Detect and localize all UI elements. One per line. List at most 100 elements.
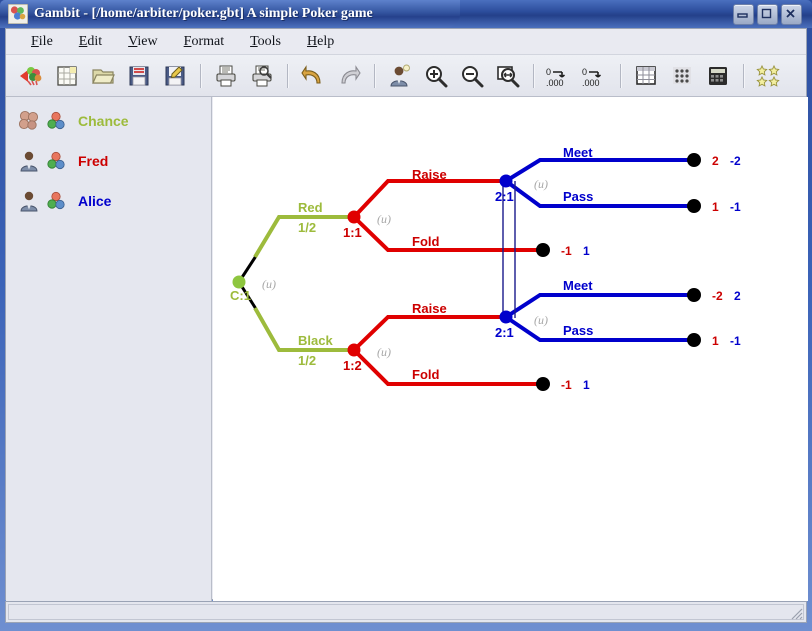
node-alice-1[interactable] <box>500 175 513 188</box>
resize-grip-icon[interactable] <box>789 606 803 620</box>
menu-file[interactable]: File <box>18 32 66 52</box>
branch-label-meet-lower: Meet <box>563 278 593 293</box>
player-color-icon <box>46 191 66 211</box>
node-label-alice-2: 2:1 <box>495 325 514 340</box>
branch-label-fold-lower: Fold <box>412 367 439 382</box>
toolbar-separator <box>374 64 375 88</box>
payoff-fred: -2 <box>712 289 723 303</box>
print-preview-icon[interactable] <box>245 59 279 93</box>
sidebar-item-alice[interactable]: Alice <box>6 181 212 221</box>
minimize-button[interactable] <box>733 4 754 25</box>
node-root-chance[interactable] <box>233 276 246 289</box>
player-icon[interactable] <box>383 59 417 93</box>
toolbar-separator <box>200 64 201 88</box>
player-label-alice: Alice <box>78 193 111 209</box>
branch-label-black: Black <box>298 333 333 348</box>
payoff-fred: -1 <box>561 244 572 258</box>
svg-text:.000: .000 <box>546 78 564 88</box>
table-view-icon[interactable] <box>629 59 663 93</box>
menu-format[interactable]: Format <box>171 32 237 52</box>
new-table-icon[interactable] <box>50 59 84 93</box>
svg-text:0: 0 <box>582 67 587 77</box>
zoom-fit-icon[interactable] <box>491 59 525 93</box>
window-title: Gambit - [/home/arbiter/poker.gbt] A sim… <box>34 3 373 25</box>
player-list-panel: Chance <box>6 97 212 601</box>
menu-bar: File Edit View Format Tools Help <box>6 29 806 55</box>
payoff-fred: 1 <box>712 334 719 348</box>
branch-label-fold-upper: Fold <box>412 234 439 249</box>
sidebar-item-chance[interactable]: Chance <box>6 101 212 141</box>
outcome-mark: (u) <box>377 212 391 226</box>
branch-prob-black: 1/2 <box>298 353 316 368</box>
payoff-alice: 1 <box>583 378 590 392</box>
save-as-icon[interactable] <box>158 59 192 93</box>
redo-icon[interactable] <box>332 59 366 93</box>
stars-icon[interactable] <box>752 59 786 93</box>
close-button[interactable] <box>781 4 802 25</box>
menu-edit[interactable]: Edit <box>66 32 115 52</box>
terminal-node[interactable] <box>687 199 701 213</box>
terminal-node[interactable] <box>687 153 701 167</box>
calculator-icon[interactable] <box>701 59 735 93</box>
open-folder-icon[interactable] <box>86 59 120 93</box>
player-color-icon <box>46 151 66 171</box>
menu-help[interactable]: Help <box>294 32 347 52</box>
payoff-fred: -1 <box>561 378 572 392</box>
outcome-mark: (u) <box>262 277 276 291</box>
decimal-increase-icon[interactable]: 0 .000 <box>578 59 612 93</box>
node-label-root: C:1 <box>230 288 251 303</box>
payoff-alice: -1 <box>730 200 741 214</box>
dice-icon <box>18 110 40 132</box>
sidebar-item-fred[interactable]: Fred <box>6 141 212 181</box>
menu-tools[interactable]: Tools <box>237 32 294 52</box>
node-label-fred-1: 1:1 <box>343 225 362 240</box>
branch-label-raise-lower: Raise <box>412 301 447 316</box>
branch-label-red: Red <box>298 200 323 215</box>
toolbar: 0 .000 0 .000 <box>6 55 806 97</box>
terminal-node[interactable] <box>687 333 701 347</box>
payoff-alice: 2 <box>734 289 741 303</box>
zoom-in-icon[interactable] <box>419 59 453 93</box>
gambit-logo-icon[interactable] <box>14 59 48 93</box>
toolbar-separator <box>287 64 288 88</box>
client-area: File Edit View Format Tools Help <box>5 28 807 600</box>
save-icon[interactable] <box>122 59 156 93</box>
branch-label-raise-upper: Raise <box>412 167 447 182</box>
decimal-decrease-icon[interactable]: 0 .000 <box>542 59 576 93</box>
main-split: Chance <box>6 97 806 601</box>
terminal-node[interactable] <box>536 243 550 257</box>
branch-label-pass-upper: Pass <box>563 189 593 204</box>
maximize-button[interactable] <box>757 4 778 25</box>
game-tree-canvas[interactable]: C:1 1:1 1:2 2:1 2:1 Red 1/2 Black 1/2 Ra… <box>213 97 808 601</box>
toolbar-separator <box>533 64 534 88</box>
node-fred-2[interactable] <box>348 344 361 357</box>
payoff-alice: 1 <box>583 244 590 258</box>
svg-text:.000: .000 <box>582 78 600 88</box>
game-tree[interactable]: C:1 1:1 1:2 2:1 2:1 Red 1/2 Black 1/2 Ra… <box>213 97 808 601</box>
menu-view[interactable]: View <box>115 32 171 52</box>
player-label-chance: Chance <box>78 113 129 129</box>
payoff-fred: 2 <box>712 154 719 168</box>
undo-icon[interactable] <box>296 59 330 93</box>
player-color-icon <box>46 111 66 131</box>
zoom-out-icon[interactable] <box>455 59 489 93</box>
outcome-mark: (u) <box>534 177 548 191</box>
print-icon[interactable] <box>209 59 243 93</box>
dotted-grid-icon[interactable] <box>665 59 699 93</box>
terminal-node[interactable] <box>687 288 701 302</box>
outcome-mark: (u) <box>377 345 391 359</box>
status-bar-field <box>8 604 804 620</box>
status-bar <box>5 601 807 623</box>
outcome-mark: (u) <box>534 313 548 327</box>
node-label-alice-1: 2:1 <box>495 189 514 204</box>
node-alice-2[interactable] <box>500 311 513 324</box>
person-icon <box>18 190 40 212</box>
branch-label-meet-upper: Meet <box>563 145 593 160</box>
player-label-fred: Fred <box>78 153 108 169</box>
terminal-node[interactable] <box>536 377 550 391</box>
payoff-fred: 1 <box>712 200 719 214</box>
node-label-fred-2: 1:2 <box>343 358 362 373</box>
payoff-alice: -1 <box>730 334 741 348</box>
gambit-logo-icon <box>8 4 28 24</box>
node-fred-1[interactable] <box>348 211 361 224</box>
